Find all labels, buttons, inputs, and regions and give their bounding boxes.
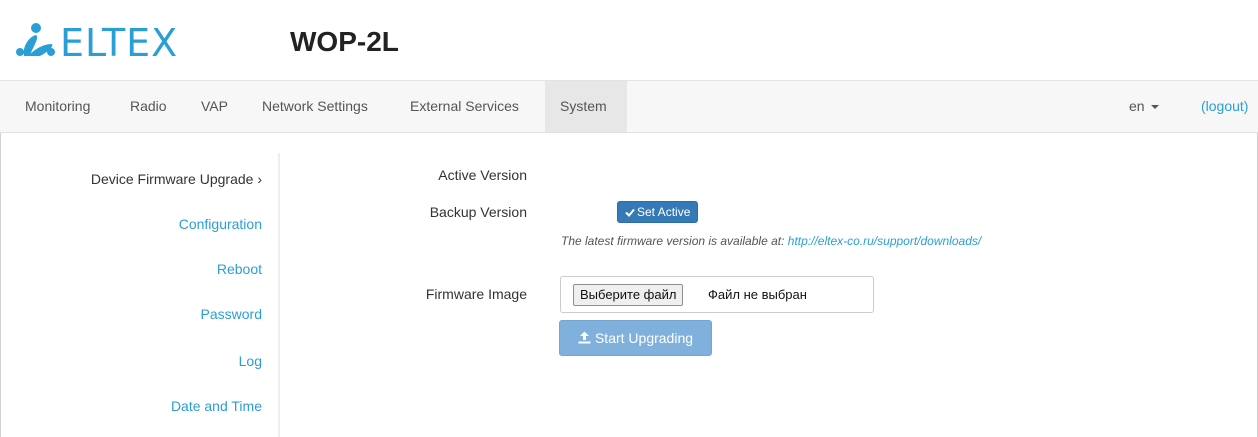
app-header: ELTEX WOP-2L <box>0 0 1258 80</box>
start-upgrading-label: Start Upgrading <box>594 330 694 346</box>
sidebar-item-log[interactable]: Log <box>239 353 262 369</box>
language-label: en <box>1129 98 1145 114</box>
nav-network-settings[interactable]: Network Settings <box>247 81 383 132</box>
language-dropdown[interactable]: en <box>1129 81 1159 132</box>
sidebar-item-firmware-upgrade[interactable]: Device Firmware Upgrade › <box>91 171 262 187</box>
top-navbar: Monitoring Radio VAP Network Settings Ex… <box>0 80 1258 133</box>
downloads-link[interactable]: http://eltex-co.ru/support/downloads/ <box>788 234 981 248</box>
set-active-label: Set Active <box>637 205 691 219</box>
logout-link[interactable]: (logout) <box>1201 81 1248 132</box>
upload-icon <box>578 331 591 344</box>
system-sidebar: Device Firmware Upgrade › Configuration … <box>0 153 280 437</box>
eltex-logo: ELTEX <box>16 22 178 62</box>
firmware-hint: The latest firmware version is available… <box>561 234 981 248</box>
hint-text: The latest firmware version is available… <box>561 234 788 248</box>
caret-down-icon <box>1150 105 1159 110</box>
active-version-label: Active Version <box>438 167 527 183</box>
sidebar-item-configuration[interactable]: Configuration <box>179 216 262 232</box>
sidebar-item-date-time[interactable]: Date and Time <box>171 398 262 414</box>
nav-vap[interactable]: VAP <box>186 81 243 132</box>
nav-radio[interactable]: Radio <box>115 81 182 132</box>
firmware-file-input[interactable]: Выберите файл Файл не выбран <box>560 276 874 313</box>
nav-system[interactable]: System <box>545 81 627 132</box>
set-active-button[interactable]: Set Active <box>617 201 699 223</box>
sidebar-item-password[interactable]: Password <box>201 306 262 322</box>
device-model: WOP-2L <box>290 26 399 57</box>
check-icon <box>625 208 635 217</box>
start-upgrading-button[interactable]: Start Upgrading <box>559 320 712 356</box>
brand-text: ELTEX <box>60 22 178 62</box>
choose-file-button[interactable]: Выберите файл <box>573 284 684 306</box>
backup-version-label: Backup Version <box>429 204 527 220</box>
firmware-image-label: Firmware Image <box>425 286 527 302</box>
nav-monitoring[interactable]: Monitoring <box>10 81 105 132</box>
sidebar-item-reboot[interactable]: Reboot <box>217 261 262 277</box>
nav-external-services[interactable]: External Services <box>395 81 534 132</box>
file-status-text: Файл не выбран <box>708 287 807 302</box>
